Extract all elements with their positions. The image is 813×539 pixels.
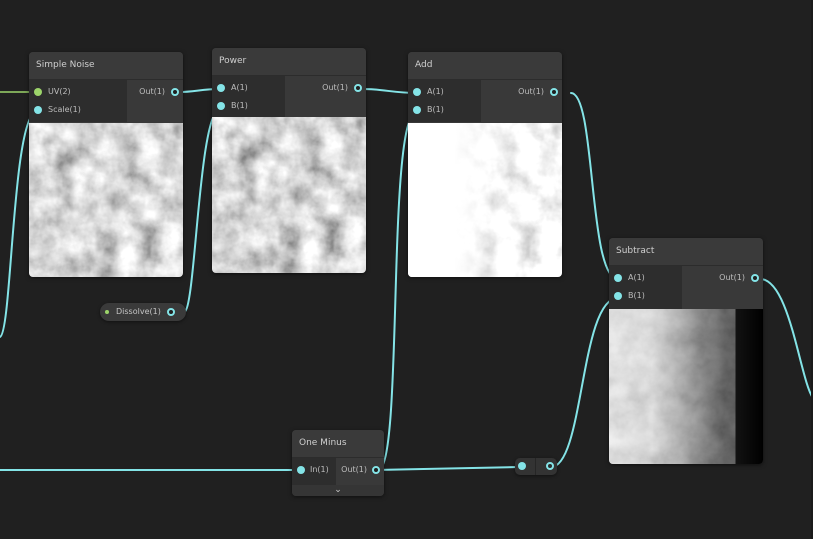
node-simple-noise[interactable]: Simple Noise UV(2) Scale(1) Out(1)	[29, 52, 183, 277]
port-label: Out(1)	[341, 465, 367, 474]
node-preview	[408, 123, 562, 277]
port-out[interactable]: Out(1)	[682, 269, 763, 287]
node-title: Add	[408, 52, 562, 80]
port-label: In(1)	[310, 465, 329, 474]
port-label: B(1)	[231, 101, 248, 110]
port-label: Scale(1)	[48, 105, 81, 114]
node-preview	[212, 117, 366, 273]
node-power[interactable]: Power A(1) B(1) Out(1)	[212, 48, 366, 273]
port-dot-icon[interactable]	[372, 466, 380, 474]
property-dissolve[interactable]: Dissolve(1)	[100, 303, 186, 321]
port-label: A(1)	[231, 83, 248, 92]
edge-subtract-out[interactable]	[759, 278, 813, 399]
port-dot-icon[interactable]	[614, 292, 622, 300]
port-dot-icon[interactable]	[550, 88, 558, 96]
port-label: UV(2)	[48, 87, 71, 96]
port-dot-icon[interactable]	[751, 274, 759, 282]
expand-preview-button[interactable]: ⌄	[292, 485, 384, 496]
property-dot-icon	[105, 310, 109, 314]
port-label: B(1)	[628, 291, 645, 300]
port-dot-icon[interactable]	[614, 274, 622, 282]
port-dot-icon[interactable]	[167, 308, 175, 316]
port-out[interactable]: Out(1)	[127, 83, 183, 101]
port-dot-icon[interactable]	[518, 462, 526, 470]
node-add[interactable]: Add A(1) B(1) Out(1)	[408, 52, 562, 277]
port-dot-icon[interactable]	[171, 88, 179, 96]
edge-reroute-to-subtract-b[interactable]	[550, 297, 619, 468]
node-title: Power	[212, 48, 366, 76]
port-dot-icon[interactable]	[34, 88, 42, 96]
divider	[535, 458, 536, 475]
port-label: A(1)	[427, 87, 444, 96]
node-preview	[29, 123, 183, 277]
port-label: Out(1)	[322, 83, 348, 92]
port-label: B(1)	[427, 105, 444, 114]
port-dot-icon[interactable]	[297, 466, 305, 474]
port-dot-icon[interactable]	[34, 106, 42, 114]
port-out[interactable]: Out(1)	[285, 79, 366, 97]
port-dot-icon[interactable]	[413, 106, 421, 114]
port-dot-icon[interactable]	[413, 88, 421, 96]
port-out[interactable]: Out(1)	[481, 83, 562, 101]
port-out[interactable]: Out(1)	[336, 461, 384, 479]
reroute-node[interactable]	[515, 458, 557, 475]
port-label: Out(1)	[518, 87, 544, 96]
port-dot-icon[interactable]	[217, 102, 225, 110]
node-preview	[609, 309, 763, 464]
port-dot-icon[interactable]	[354, 84, 362, 92]
node-subtract[interactable]: Subtract A(1) B(1) Out(1)	[609, 238, 763, 464]
port-dot-icon[interactable]	[546, 462, 554, 470]
property-label: Dissolve(1)	[116, 307, 161, 316]
port-dot-icon[interactable]	[217, 84, 225, 92]
node-title: Simple Noise	[29, 52, 183, 80]
port-label: Out(1)	[139, 87, 165, 96]
port-label: Out(1)	[719, 273, 745, 282]
chevron-down-icon: ⌄	[334, 485, 342, 495]
port-label: A(1)	[628, 273, 645, 282]
node-one-minus[interactable]: One Minus In(1) Out(1) ⌄	[292, 430, 384, 496]
node-title: Subtract	[609, 238, 763, 266]
node-title: One Minus	[292, 430, 384, 458]
edge-oneminus-to-reroute[interactable]	[377, 466, 521, 471]
